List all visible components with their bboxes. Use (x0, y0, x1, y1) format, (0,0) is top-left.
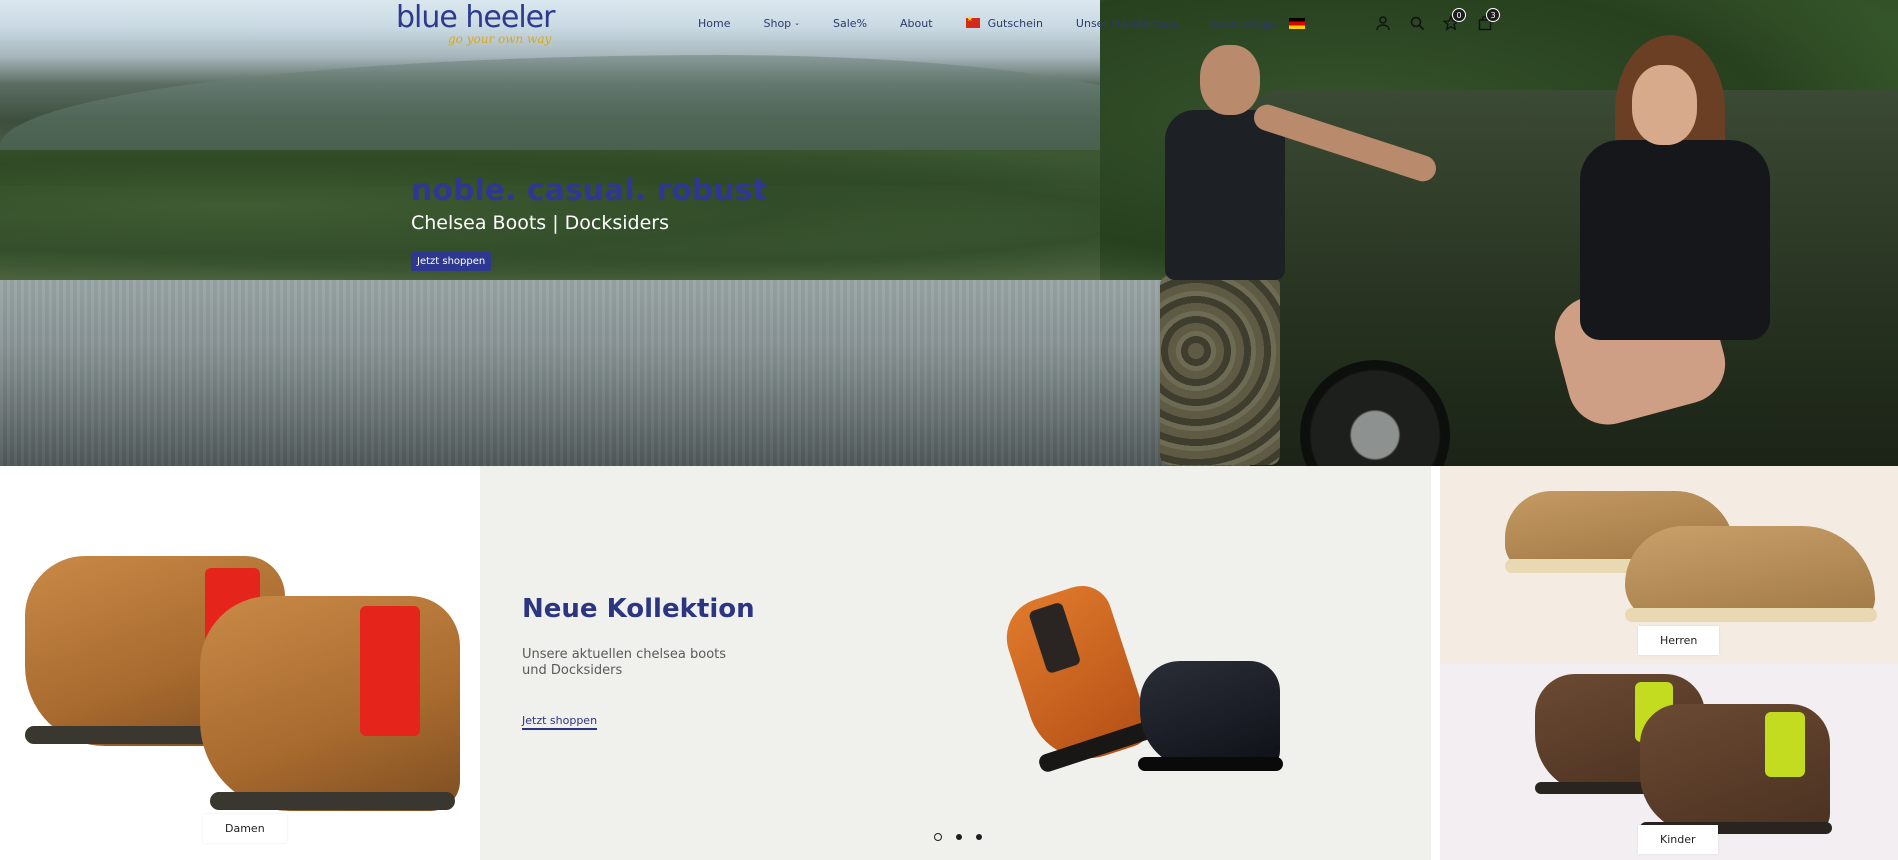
german-flag-icon (1288, 17, 1305, 29)
wishlist-count-badge: 0 (1452, 8, 1466, 22)
tile-damen[interactable]: Damen (0, 466, 480, 860)
collection-title: Neue Kollektion (522, 594, 755, 624)
nav-gutschein-label: Gutschein (987, 16, 1043, 30)
herren-label[interactable]: Herren (1638, 626, 1720, 655)
black-chelsea-boot (1138, 661, 1283, 771)
header-icons: 0 3 (1372, 8, 1508, 33)
slider-dot-3[interactable] (976, 834, 982, 840)
hero-shop-button[interactable]: Jetzt shoppen (411, 252, 492, 271)
nav-home[interactable]: Home (698, 17, 730, 30)
hero-subtitle: Chelsea Boots | Docksiders (411, 212, 670, 234)
cart-count-badge: 3 (1486, 8, 1500, 22)
brand-logo[interactable]: blue heeler go your own way (396, 0, 555, 47)
nav-sale[interactable]: Sale% (833, 17, 867, 30)
nav-shop-label: Shop (763, 16, 792, 30)
cart-bag-icon[interactable]: 3 (1474, 8, 1500, 33)
chevron-down-icon: ⌄ (794, 19, 801, 27)
nav-lederpflege-label: Lederpflege (1211, 16, 1277, 30)
main-nav: Home Shop⌄ Sale% About Gutschein Unser H… (698, 14, 1346, 32)
damen-label[interactable]: Damen (203, 814, 287, 843)
nav-about-label: About (900, 16, 933, 30)
tile-herren[interactable]: Herren (1440, 466, 1898, 664)
hero-woman (1545, 35, 1800, 435)
brand-name: blue heeler (396, 0, 555, 35)
collection-text: Unsere aktuellen chelsea boots und Docks… (522, 647, 727, 678)
nav-about[interactable]: About (900, 17, 933, 30)
nav-shop[interactable]: Shop ⌄ (763, 17, 800, 30)
orange-chelsea-boot (996, 578, 1162, 774)
slider-dots (934, 833, 996, 841)
kinder-label[interactable]: Kinder (1638, 825, 1718, 854)
account-icon[interactable] (1372, 13, 1394, 33)
slider-dot-1[interactable] (934, 833, 942, 841)
nav-home-label: Home (698, 16, 731, 30)
brand-tagline: go your own way (448, 32, 552, 46)
collection-shop-link[interactable]: Jetzt shoppen (522, 714, 598, 730)
hero-text: noble. casual. robust Chelsea Boots | Do… (411, 172, 767, 271)
slider-dot-2[interactable] (956, 834, 962, 840)
gift-flag-icon (965, 15, 980, 28)
nav-haendlernetz[interactable]: Unser Händlernetz (1076, 17, 1179, 30)
collection-slider: Neue Kollektion Unsere aktuellen chelsea… (480, 466, 1431, 860)
wishlist-star-icon[interactable]: 0 (1440, 8, 1466, 33)
kids-boot-right (1640, 704, 1832, 834)
search-icon[interactable] (1406, 13, 1428, 33)
nav-haendlernetz-label: Unser Händlernetz (1075, 16, 1179, 30)
nav-sale-label: Sale% (833, 16, 868, 30)
hero-banner: noble. casual. robust Chelsea Boots | Do… (0, 0, 1898, 466)
tile-kinder[interactable]: Kinder (1440, 664, 1898, 860)
boat-shoe-front (1625, 526, 1877, 622)
womens-boot-right (200, 596, 460, 811)
hero-title: noble. casual. robust (411, 173, 767, 208)
language-switcher[interactable] (1288, 17, 1313, 29)
nav-gutschein[interactable]: Gutschein (965, 15, 1043, 30)
nav-lederpflege[interactable]: Lederpflege (1211, 17, 1276, 30)
